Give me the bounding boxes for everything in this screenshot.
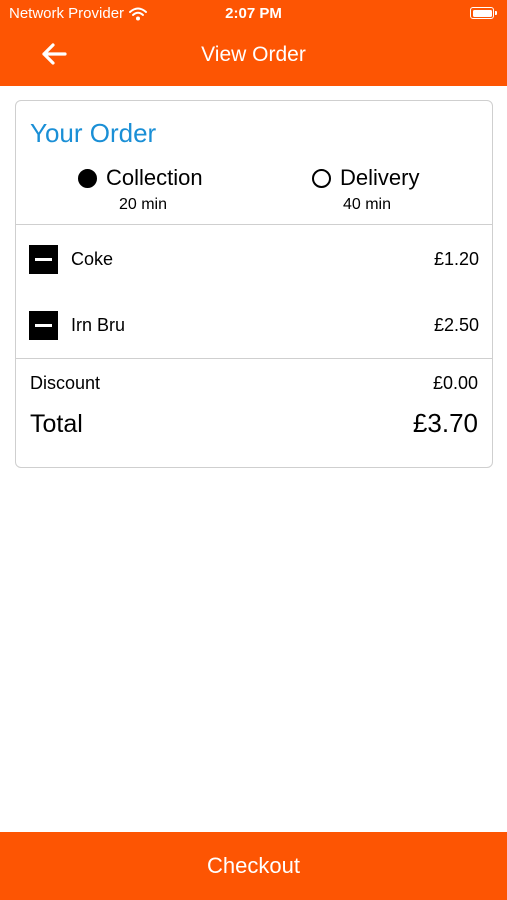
item-name: Coke	[71, 248, 114, 269]
collection-option[interactable]: Collection 20 min	[78, 165, 208, 214]
delivery-time: 40 min	[342, 196, 392, 213]
order-item: Irn Bru £2.50	[29, 310, 479, 340]
remove-item-button[interactable]	[29, 244, 58, 274]
checkout-button[interactable]: Checkout	[0, 832, 507, 900]
delivery-option[interactable]: Delivery 40 min	[312, 165, 422, 214]
total-row: Total £3.70	[30, 408, 478, 439]
item-name: Irn Bru	[71, 314, 126, 335]
radio-selected-icon[interactable]	[78, 168, 97, 188]
status-bar: Network Provider 2:07 PM	[0, 0, 507, 28]
discount-label: Discount	[30, 373, 101, 393]
item-price: £2.50	[433, 314, 479, 335]
total-label: Total	[30, 410, 83, 438]
page-title: View Order	[201, 43, 306, 66]
item-price: £1.20	[433, 248, 479, 269]
clock: 2:07 PM	[225, 5, 282, 22]
order-item: Coke £1.20	[29, 244, 479, 274]
radio-unselected-icon[interactable]	[312, 168, 331, 188]
collection-time: 20 min	[118, 196, 168, 213]
order-card: Your Order Collection 20 min Delivery 40…	[15, 100, 493, 468]
remove-item-button[interactable]	[29, 310, 58, 340]
divider	[16, 224, 492, 225]
delivery-label: Delivery	[340, 165, 420, 190]
discount-row: Discount £0.00	[30, 373, 478, 394]
order-heading: Your Order	[30, 118, 157, 148]
divider	[16, 358, 492, 359]
collection-label: Collection	[106, 165, 203, 190]
discount-value: £0.00	[432, 373, 478, 393]
battery-icon	[470, 7, 497, 19]
header: Network Provider 2:07 PM View Order	[0, 0, 507, 86]
total-value: £3.70	[412, 408, 478, 438]
